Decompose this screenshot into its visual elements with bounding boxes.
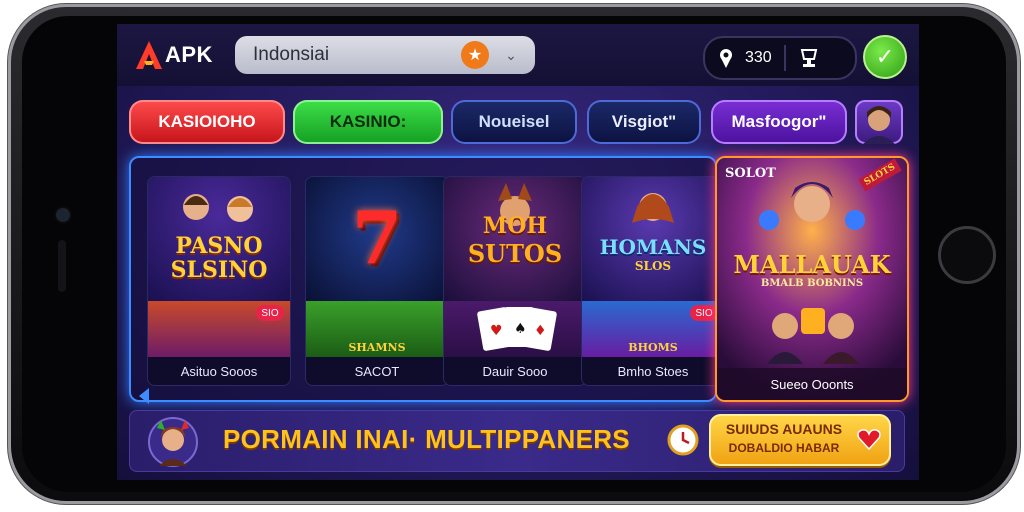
- tab-category-2[interactable]: KASINIO:: [293, 100, 443, 144]
- game-card[interactable]: PASNO SLSINO SIO Asituo Sooos: [147, 176, 291, 386]
- cta-line2: DOBALDIO HABAR: [728, 441, 840, 455]
- avatar-portrait-icon: [863, 106, 895, 144]
- speaker-grille: [58, 240, 66, 292]
- thumb-title: BHOMS: [628, 341, 678, 354]
- tab-category-5[interactable]: Masfoogor": [711, 100, 847, 144]
- app-logo[interactable]: APK: [135, 38, 213, 72]
- stat-value: 330: [745, 49, 772, 66]
- game-thumbnail: SIO: [148, 301, 290, 359]
- language-selector[interactable]: Indonsiai ★ ⌄: [235, 36, 535, 74]
- logo-a-icon: [136, 41, 162, 69]
- home-button[interactable]: [938, 226, 996, 284]
- tab-category-4[interactable]: Visgiot": [587, 100, 701, 144]
- game-art: PASNO SLSINO: [148, 177, 290, 301]
- tab-category-3[interactable]: Noueisel: [451, 100, 577, 144]
- hot-badge: SIO: [690, 305, 718, 321]
- stats-pill[interactable]: 330: [703, 36, 857, 80]
- language-value: Indonsiai: [253, 44, 330, 65]
- featured-subtitle: BMALB BOBNINS: [760, 278, 864, 289]
- game-thumbnail: SIO BHOMS: [582, 301, 724, 359]
- svg-text:♦: ♦: [534, 323, 547, 339]
- game-card[interactable]: MOH SUTOS ♥ ♠ ♦ Dauir Sooo: [443, 176, 587, 386]
- game-label: Asituo Sooos: [148, 357, 290, 385]
- game-label: SACOT: [306, 357, 448, 385]
- clock-icon: [667, 424, 699, 456]
- game-title-line1: PASNO: [175, 233, 263, 259]
- banner-headline: PORMAIN INAI· MULTIPPANERS: [223, 424, 630, 454]
- app-screen: APK Indonsiai ★ ⌄ 330 ✓ KASIOIOHO KASINI…: [117, 24, 919, 480]
- trophy-icon: [800, 49, 817, 67]
- logo-text: APK: [165, 42, 213, 67]
- thumb-title: SHAMNS: [348, 341, 406, 354]
- game-art: MOH SUTOS: [444, 177, 586, 301]
- heart-icon: [857, 429, 881, 450]
- game-thumbnail: ♥ ♠ ♦: [444, 301, 586, 359]
- svg-text:♥: ♥: [490, 323, 503, 339]
- game-art: HOMANS SLOS: [582, 177, 724, 301]
- game-card[interactable]: 7 SHAMNS SACOT: [305, 176, 449, 386]
- promo-cta-button[interactable]: SUIUDS AUAUNS DOBALDIO HABAR: [709, 414, 891, 466]
- game-card[interactable]: HOMANS SLOS SIO BHOMS Bmho Stoes: [581, 176, 725, 386]
- chevron-down-icon: ⌄: [505, 46, 517, 63]
- location-pin-icon: [720, 49, 732, 68]
- game-title-line1: MOH: [482, 213, 548, 239]
- tab-category-1[interactable]: KASIOIOHO: [129, 100, 285, 144]
- check-icon: ✓: [875, 44, 895, 69]
- game-title-line2: SLOS: [634, 259, 672, 273]
- front-camera: [56, 208, 70, 222]
- confirm-check-button[interactable]: ✓: [863, 35, 907, 79]
- stat-divider: [783, 45, 786, 71]
- cta-line1: SUIUDS AUAUNS: [725, 421, 843, 437]
- star-icon: ★: [461, 41, 489, 69]
- game-title-line1: 7: [351, 195, 403, 280]
- mascot-avatar-icon: [148, 417, 198, 467]
- svg-text:♠: ♠: [514, 321, 527, 337]
- game-title-line2: SUTOS: [467, 239, 563, 268]
- top-bar: APK Indonsiai ★ ⌄ 330 ✓: [117, 24, 919, 86]
- promo-banner[interactable]: PORMAIN INAI· MULTIPPANERS SUIUDS AUAUNS…: [129, 410, 905, 472]
- profile-avatar[interactable]: [855, 100, 903, 144]
- featured-title: MALLAUAK: [733, 250, 891, 279]
- game-title-line1: HOMANS: [599, 235, 707, 259]
- game-grid: PASNO SLSINO SIO Asituo Sooos 7 SHAMNS S…: [129, 156, 725, 404]
- scroll-left-arrow-icon[interactable]: [139, 388, 149, 404]
- playing-cards-icon: ♥ ♠ ♦: [477, 307, 557, 351]
- featured-label: Sueeo Ooonts: [717, 368, 907, 400]
- game-thumbnail: SHAMNS: [306, 301, 448, 359]
- game-label: Dauir Sooo: [444, 357, 586, 385]
- game-label: Bmho Stoes: [582, 357, 724, 385]
- game-title-line2: SLSINO: [170, 257, 268, 283]
- game-art: 7: [306, 177, 448, 301]
- featured-game-card[interactable]: SOLOT SLOTS MALLAUAK BMALB BOBNINS Sueeo…: [715, 156, 909, 402]
- featured-tag: SOLOT: [725, 166, 776, 181]
- hot-badge: SIO: [256, 305, 284, 321]
